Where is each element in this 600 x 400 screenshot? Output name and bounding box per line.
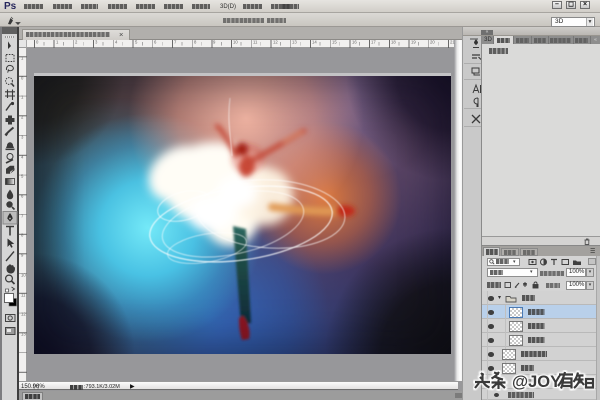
svg-text:@JOY: @JOY	[512, 373, 561, 391]
